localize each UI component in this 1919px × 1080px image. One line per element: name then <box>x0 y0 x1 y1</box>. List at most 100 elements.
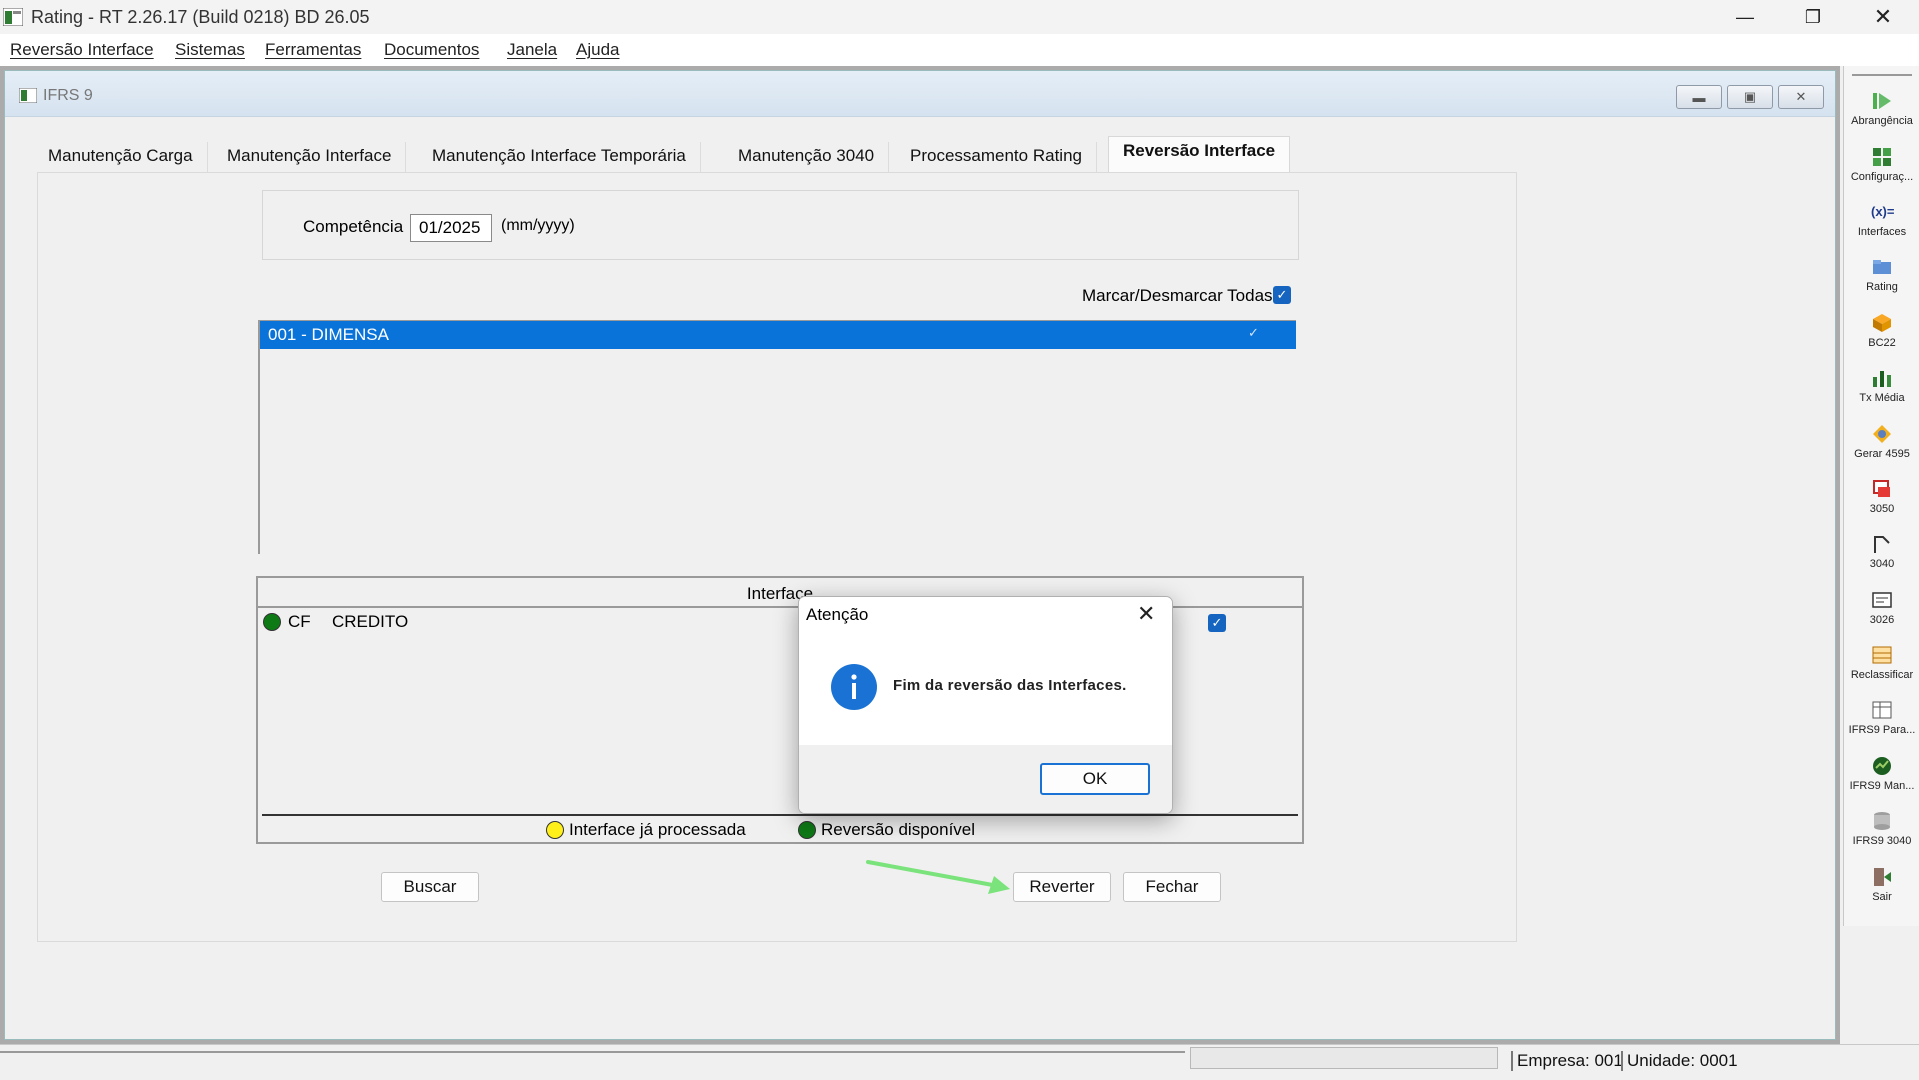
grid-config-icon <box>1873 148 1891 166</box>
toolbar-label: Gerar 4595 <box>1854 448 1910 460</box>
tab-processamento-rating[interactable]: Processamento Rating <box>896 142 1097 172</box>
status-progress <box>1190 1047 1498 1069</box>
status-divider <box>0 1051 1185 1053</box>
legend-yellow-dot <box>546 821 564 839</box>
status-unidade: Unidade: 0001 <box>1621 1051 1738 1071</box>
child-title-bar: IFRS 9 ▬ ▣ ✕ <box>5 71 1835 117</box>
close-icon: ✕ <box>1795 89 1807 104</box>
legend-processed-label: Interface já processada <box>569 820 746 839</box>
status-dot <box>263 613 281 631</box>
database-red-icon <box>1873 480 1890 497</box>
restore-button[interactable]: ❐ <box>1780 0 1846 34</box>
competencia-hint: (mm/yyyy) <box>501 217 575 234</box>
company-label: 001 - DIMENSA <box>268 325 389 344</box>
table-edit-icon <box>1872 646 1892 664</box>
toolbar-abrangencia[interactable]: Abrangência <box>1844 90 1919 144</box>
toolbar-label: Tx Média <box>1859 392 1905 404</box>
interface-row-checkbox[interactable]: ✓ <box>1208 614 1226 632</box>
fechar-button[interactable]: Fechar <box>1123 872 1221 902</box>
checkmark-icon: ✓ <box>1276 287 1288 302</box>
toolbar-tx-media[interactable]: Tx Média <box>1844 367 1919 421</box>
minimize-button[interactable]: — <box>1712 0 1778 34</box>
toolbar-sair[interactable]: Sair <box>1844 866 1919 920</box>
minimize-icon: ▬ <box>1692 89 1706 105</box>
buscar-button[interactable]: Buscar <box>381 872 479 902</box>
toolbar-label: 3050 <box>1869 503 1895 515</box>
child-maximize-button[interactable]: ▣ <box>1727 85 1773 109</box>
info-icon <box>831 664 877 710</box>
status-bar: Empresa: 001 Unidade: 0001 <box>0 1044 1919 1080</box>
toolbar-3050[interactable]: 3050 <box>1844 478 1919 532</box>
toolbar-ifrs9-man[interactable]: IFRS9 Man... <box>1844 755 1919 809</box>
dialog-title-bar: Atenção ✕ <box>799 597 1172 633</box>
child-close-button[interactable]: ✕ <box>1778 85 1824 109</box>
list-item[interactable]: 001 - DIMENSA ✓ <box>260 321 1296 349</box>
close-icon: ✕ <box>1873 4 1893 29</box>
window-title: Rating - RT 2.26.17 (Build 0218) BD 26.0… <box>31 7 370 27</box>
toolbar-label: IFRS9 Man... <box>1849 780 1915 792</box>
toolbar-label: 3040 <box>1869 558 1895 570</box>
competencia-label: Competência <box>303 217 404 236</box>
checkmark-icon: ✓ <box>1211 615 1223 630</box>
dialog-close-icon[interactable]: ✕ <box>1137 601 1155 627</box>
toolbar-configuracao[interactable]: Configuraç... <box>1844 146 1919 200</box>
function-icon: (x)= <box>1871 204 1895 219</box>
dialog-message: Fim da reversão das Interfaces. <box>893 677 1127 694</box>
toolbar-gerar-4595[interactable]: Gerar 4595 <box>1844 423 1919 477</box>
toolbar-reclassificar[interactable]: Reclassificar <box>1844 644 1919 698</box>
competencia-input[interactable]: 01/2025 <box>410 214 492 242</box>
row-checkbox[interactable]: ✓ <box>1248 325 1259 341</box>
toolbar-rating[interactable]: Rating <box>1844 256 1919 310</box>
toggle-all-checkbox[interactable]: ✓ <box>1273 286 1291 304</box>
tab-manutencao-interface-temporaria[interactable]: Manutenção Interface Temporária <box>418 142 701 172</box>
status-empresa: Empresa: 001 <box>1511 1051 1623 1071</box>
menu-documentos[interactable]: Documentos <box>384 40 479 60</box>
toolbar-label: IFRS9 Para... <box>1848 724 1916 736</box>
toolbar-ifrs9-para[interactable]: IFRS9 Para... <box>1844 699 1919 753</box>
tab-manutencao-carga[interactable]: Manutenção Carga <box>34 142 208 172</box>
toolbar-label: BC22 <box>1868 337 1896 349</box>
toolbar-label: Reclassificar <box>1850 669 1914 681</box>
exit-door-icon <box>1874 868 1891 886</box>
interface-code: CF <box>288 612 311 631</box>
dialog-title: Atenção <box>806 605 869 624</box>
maximize-icon: ▣ <box>1743 89 1757 104</box>
legend-green-dot <box>798 821 816 839</box>
toolbar-label: Sair <box>1872 891 1892 903</box>
child-minimize-button[interactable]: ▬ <box>1676 85 1722 109</box>
attention-dialog: Atenção ✕ Fim da reversão das Interfaces… <box>798 596 1173 814</box>
close-button[interactable]: ✕ <box>1850 0 1916 34</box>
tab-manutencao-3040[interactable]: Manutenção 3040 <box>724 142 890 172</box>
annotation-arrow-icon <box>866 860 1010 894</box>
child-window-title: IFRS 9 <box>43 87 93 104</box>
toolbar-3026[interactable]: 3026 <box>1844 589 1919 643</box>
menu-ajuda[interactable]: Ajuda <box>576 40 619 60</box>
menu-reversao-interface[interactable]: Reversão Interface <box>10 40 154 60</box>
toolbar-bc22[interactable]: BC22 <box>1844 312 1919 366</box>
toggle-all-label: Marcar/Desmarcar Todas <box>1082 286 1273 305</box>
tab-reversao-interface[interactable]: Reversão Interface <box>1108 136 1291 172</box>
app-icon <box>3 8 23 26</box>
globe-icon <box>1873 757 1891 775</box>
toolbar-interfaces[interactable]: (x)= Interfaces <box>1844 201 1919 255</box>
toolbar-label: Rating <box>1866 281 1898 293</box>
minimize-icon: — <box>1736 6 1754 27</box>
tab-manutencao-interface[interactable]: Manutenção Interface <box>213 142 407 172</box>
menu-ferramentas[interactable]: Ferramentas <box>265 40 361 60</box>
toolbar-3040[interactable]: 3040 <box>1844 533 1919 587</box>
database-icon <box>1874 812 1890 830</box>
menu-sistemas[interactable]: Sistemas <box>175 40 245 60</box>
dialog-body: Fim da reversão das Interfaces. <box>799 633 1172 745</box>
menu-janela[interactable]: Janela <box>507 40 557 60</box>
window-icon <box>19 88 37 103</box>
reverter-button[interactable]: Reverter <box>1013 872 1111 902</box>
toolbar-label: Abrangência <box>1851 115 1913 127</box>
title-bar: Rating - RT 2.26.17 (Build 0218) BD 26.0… <box>0 0 1919 34</box>
ok-button[interactable]: OK <box>1040 763 1150 795</box>
toolbar-grip <box>1852 74 1912 76</box>
play-icon <box>1873 93 1891 109</box>
menu-bar: Reversão Interface Sistemas Ferramentas … <box>0 34 1919 66</box>
toolbar-label: Configuraç... <box>1850 171 1914 183</box>
toolbar-ifrs9-3040[interactable]: IFRS9 3040 <box>1844 810 1919 864</box>
right-toolbar: Abrangência Configuraç... (x)= Interface… <box>1843 66 1919 926</box>
